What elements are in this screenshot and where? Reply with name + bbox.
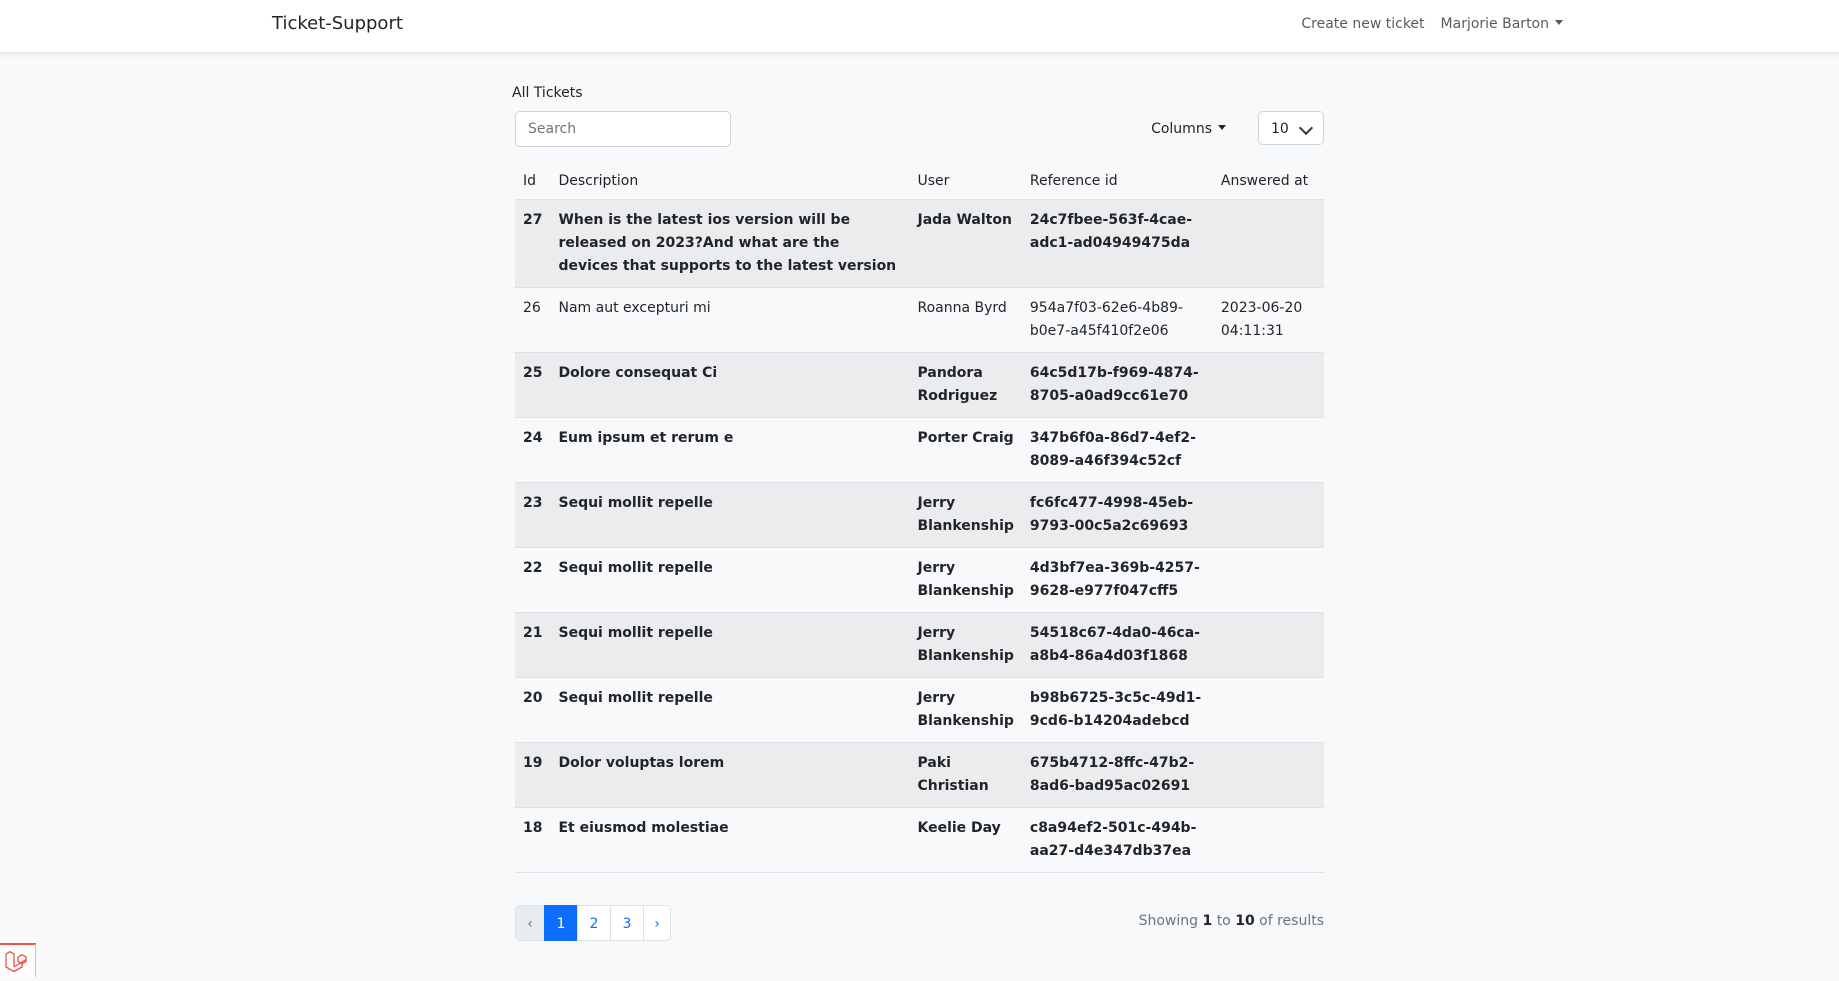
cell-answered (1212, 677, 1324, 743)
brand-link[interactable]: Ticket-Support (272, 13, 403, 34)
showing-to: 10 (1235, 913, 1255, 929)
cell-id: 25 (515, 352, 551, 418)
cell-description: Nam aut excepturi mi (550, 287, 910, 353)
cell-user: Jerry Blankenship (909, 547, 1022, 613)
laravel-debug-badge[interactable] (0, 943, 36, 977)
user-menu-label: Marjorie Barton (1440, 16, 1549, 32)
cell-description: When is the latest ios version will be r… (550, 199, 910, 288)
caret-down-icon (1218, 125, 1226, 130)
main-container: All Tickets Columns 10 Id Description Us… (512, 85, 1324, 945)
pagination-row: ‹ 1 2 3 › Showing 1 to 10 of results (515, 905, 1324, 945)
page-3-button[interactable]: 3 (610, 905, 644, 941)
cell-answered (1212, 482, 1324, 548)
columns-dropdown-button[interactable]: Columns (1141, 111, 1236, 147)
pagination-prev-button[interactable]: ‹ (515, 905, 545, 941)
page-title: All Tickets (512, 85, 583, 101)
table-header-row: Id Description User Reference id Answere… (515, 163, 1324, 200)
cell-reference: 4d3bf7ea-369b-4257-9628-e977f047cff5 (1021, 547, 1213, 613)
top-navbar: Ticket-Support Create new ticket Marjori… (0, 0, 1839, 53)
cell-reference: 64c5d17b-f969-4874-8705-a0ad9cc61e70 (1021, 352, 1213, 418)
cell-reference: c8a94ef2-501c-494b-aa27-d4e347db37ea (1021, 807, 1213, 873)
cell-answered (1212, 547, 1324, 613)
cell-user: Jerry Blankenship (909, 677, 1022, 743)
search-input[interactable] (515, 111, 731, 147)
cell-description: Dolor voluptas lorem (550, 742, 910, 808)
table-row[interactable]: 20 Sequi mollit repelle Jerry Blankenshi… (515, 677, 1324, 743)
cell-reference: 347b6f0a-86d7-4ef2-8089-a46f394c52cf (1021, 417, 1213, 483)
cell-description: Eum ipsum et rerum e (550, 417, 910, 483)
cell-user: Jerry Blankenship (909, 482, 1022, 548)
header-id[interactable]: Id (515, 163, 551, 200)
cell-user: Paki Christian (909, 742, 1022, 808)
table-row[interactable]: 19 Dolor voluptas lorem Paki Christian 6… (515, 742, 1324, 808)
cell-answered (1212, 417, 1324, 483)
cell-answered (1212, 352, 1324, 418)
table-toolbar: Columns 10 (512, 111, 1324, 149)
cell-answered: 2023-06-20 04:11:31 (1212, 287, 1324, 353)
header-description[interactable]: Description (550, 163, 910, 200)
cell-id: 26 (515, 287, 551, 353)
laravel-logo-icon (5, 951, 27, 973)
cell-reference: 954a7f03-62e6-4b89-b0e7-a45f410f2e06 (1021, 287, 1213, 353)
cell-id: 18 (515, 807, 551, 873)
results-summary: Showing 1 to 10 of results (1139, 913, 1324, 929)
cell-description: Sequi mollit repelle (550, 612, 910, 678)
table-row[interactable]: 26 Nam aut excepturi mi Roanna Byrd 954a… (515, 287, 1324, 353)
cell-user: Roanna Byrd (909, 287, 1022, 353)
tickets-table: Id Description User Reference id Answere… (515, 163, 1324, 873)
pagination-next-button[interactable]: › (643, 905, 671, 941)
cell-answered (1212, 199, 1324, 288)
table-row[interactable]: 24 Eum ipsum et rerum e Porter Craig 347… (515, 417, 1324, 483)
cell-user: Jerry Blankenship (909, 612, 1022, 678)
per-page-select[interactable]: 10 (1258, 111, 1324, 145)
per-page-value: 10 (1271, 121, 1289, 137)
caret-down-icon (1555, 20, 1563, 25)
cell-description: Sequi mollit repelle (550, 547, 910, 613)
create-ticket-link[interactable]: Create new ticket (1301, 16, 1424, 32)
cell-user: Pandora Rodriguez (909, 352, 1022, 418)
cell-id: 21 (515, 612, 551, 678)
table-row[interactable]: 21 Sequi mollit repelle Jerry Blankenshi… (515, 612, 1324, 678)
cell-id: 22 (515, 547, 551, 613)
table-row[interactable]: 23 Sequi mollit repelle Jerry Blankenshi… (515, 482, 1324, 548)
cell-reference: fc6fc477-4998-45eb-9793-00c5a2c69693 (1021, 482, 1213, 548)
page-2-button[interactable]: 2 (577, 905, 611, 941)
columns-label: Columns (1151, 121, 1212, 137)
cell-reference: 675b4712-8ffc-47b2-8ad6-bad95ac02691 (1021, 742, 1213, 808)
cell-answered (1212, 807, 1324, 873)
cell-id: 23 (515, 482, 551, 548)
header-user[interactable]: User (909, 163, 1022, 200)
showing-prefix: Showing (1138, 913, 1199, 929)
cell-user: Porter Craig (909, 417, 1022, 483)
navbar-right: Create new ticket Marjorie Barton (1301, 16, 1563, 32)
table-row[interactable]: 27 When is the latest ios version will b… (515, 199, 1324, 288)
table-row[interactable]: 25 Dolore consequat Ci Pandora Rodriguez… (515, 352, 1324, 418)
showing-suffix: of results (1259, 913, 1324, 929)
cell-id: 27 (515, 199, 551, 288)
page-1-button[interactable]: 1 (544, 905, 578, 941)
cell-user: Keelie Day (909, 807, 1022, 873)
header-reference-id[interactable]: Reference id (1021, 163, 1213, 200)
table-row[interactable]: 22 Sequi mollit repelle Jerry Blankenshi… (515, 547, 1324, 613)
header-answered-at[interactable]: Answered at (1212, 163, 1324, 200)
cell-reference: b98b6725-3c5c-49d1-9cd6-b14204adebcd (1021, 677, 1213, 743)
cell-id: 20 (515, 677, 551, 743)
cell-description: Et eiusmod molestiae (550, 807, 910, 873)
cell-description: Sequi mollit repelle (550, 482, 910, 548)
cell-description: Dolore consequat Ci (550, 352, 910, 418)
showing-to-word: to (1216, 913, 1231, 929)
showing-from: 1 (1202, 913, 1213, 929)
cell-id: 19 (515, 742, 551, 808)
cell-reference: 24c7fbee-563f-4cae-adc1-ad04949475da (1021, 199, 1213, 288)
cell-answered (1212, 742, 1324, 808)
cell-answered (1212, 612, 1324, 678)
cell-description: Sequi mollit repelle (550, 677, 910, 743)
chevron-down-icon (1298, 120, 1314, 136)
cell-reference: 54518c67-4da0-46ca-a8b4-86a4d03f1868 (1021, 612, 1213, 678)
cell-user: Jada Walton (909, 199, 1022, 288)
table-row[interactable]: 18 Et eiusmod molestiae Keelie Day c8a94… (515, 807, 1324, 873)
cell-id: 24 (515, 417, 551, 483)
user-menu-dropdown[interactable]: Marjorie Barton (1441, 16, 1563, 32)
